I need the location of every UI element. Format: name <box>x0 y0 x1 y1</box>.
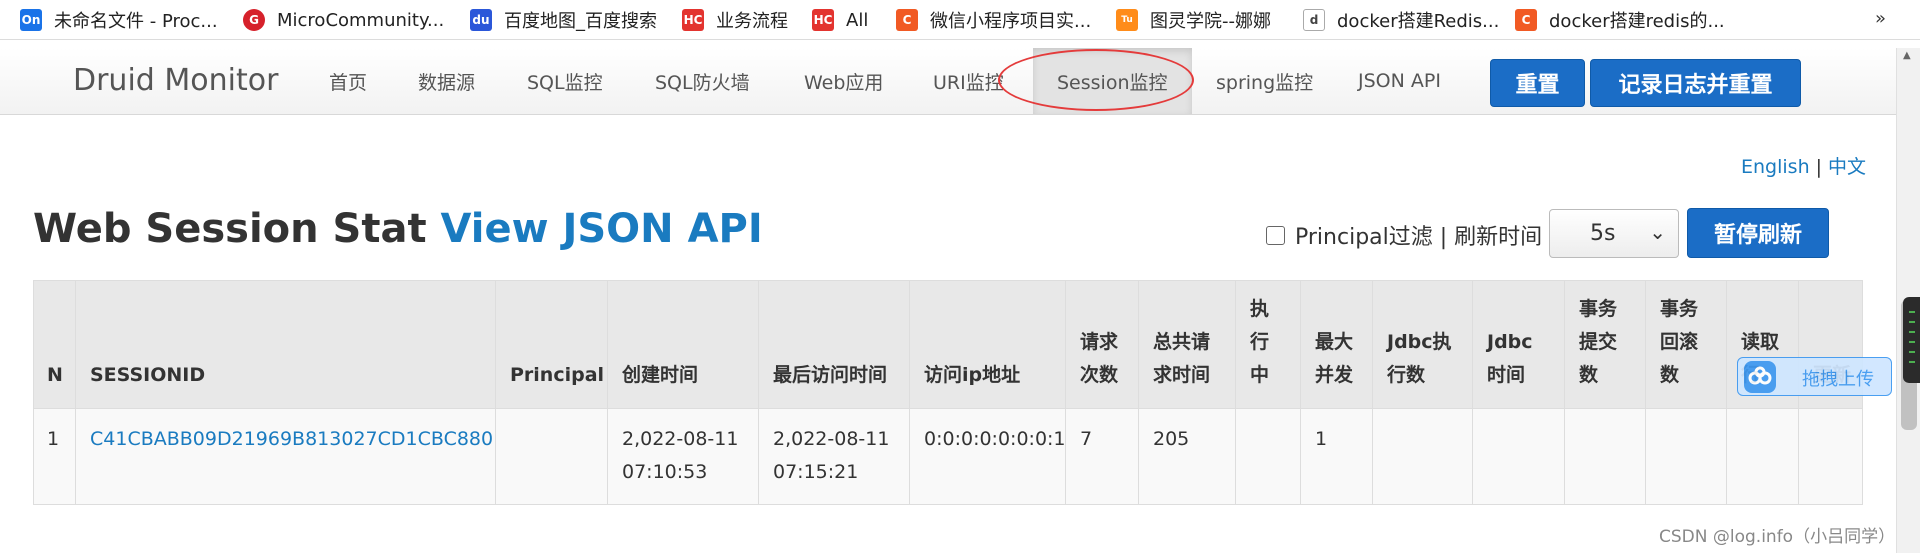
drag-upload-label: 拖拽上传 <box>1802 369 1874 390</box>
cell-last-access: 2,022-08-11 07:15:21 <box>758 408 910 505</box>
bookmark-label: 微信小程序项目实... <box>930 11 1092 32</box>
table-header-row: N SESSIONID Principal 创建时间 最后访问时间 访问ip地址… <box>33 280 1863 409</box>
lang-english-link[interactable]: English <box>1741 156 1810 178</box>
bookmark-item[interactable]: C 微信小程序项目实... <box>896 0 1091 40</box>
bookmark-label: 图灵学院--娜娜 <box>1150 11 1271 32</box>
bookmark-hc-icon: HC <box>812 9 834 31</box>
nav-datasource[interactable]: 数据源 <box>394 48 499 114</box>
watermark: CSDN @log.info（小吕同学） <box>1659 527 1896 547</box>
sidebar-handle[interactable] <box>1903 297 1920 383</box>
language-switch: English | 中文 <box>1741 152 1866 179</box>
highlight-circle <box>998 49 1194 111</box>
cell-jdbc-time <box>1472 408 1565 505</box>
nav-json-api[interactable]: JSON API <box>1334 48 1465 114</box>
principal-filter-label: Principal过滤 | 刷新时间 <box>1295 225 1543 250</box>
page-title: Web Session Stat View JSON API <box>33 206 763 252</box>
bookmark-item[interactable]: G MicroCommunity... <box>243 0 444 40</box>
col-header-jdbc-time[interactable]: Jdbc 时间 <box>1472 280 1565 409</box>
cell-n: 1 <box>33 408 76 505</box>
nav-sql-firewall[interactable]: SQL防火墙 <box>631 48 774 114</box>
lang-chinese-link[interactable]: 中文 <box>1828 156 1866 178</box>
log-and-reset-button[interactable]: 记录日志并重置 <box>1590 59 1801 107</box>
col-header-last-access[interactable]: 最后访问时间 <box>758 280 910 409</box>
col-header-created[interactable]: 创建时间 <box>607 280 759 409</box>
cell-ip: 0:0:0:0:0:0:0:1 <box>909 408 1066 505</box>
drag-upload-widget[interactable]: 拖拽上传 <box>1737 357 1892 396</box>
bookmark-label: docker搭建Redis... <box>1337 11 1500 32</box>
col-header-sessionid[interactable]: SESSIONID <box>75 280 496 409</box>
col-header-jdbc-execute[interactable]: Jdbc执 行数 <box>1372 280 1473 409</box>
col-header-running[interactable]: 执行中 <box>1235 280 1301 409</box>
bookmark-csdn-icon: C <box>1515 9 1537 31</box>
refresh-interval-select[interactable]: 5s ⌄ <box>1549 209 1679 258</box>
bookmark-tuling-icon: Tu <box>1116 9 1138 31</box>
nav-spring-monitor[interactable]: spring监控 <box>1192 48 1337 114</box>
col-header-ip[interactable]: 访问ip地址 <box>909 280 1066 409</box>
col-header-request-count[interactable]: 请求 次数 <box>1065 280 1139 409</box>
cell-created: 2,022-08-11 07:10:53 <box>607 408 759 505</box>
cell-jdbc-execute <box>1372 408 1473 505</box>
bookmark-label: docker搭建redis的... <box>1549 11 1725 32</box>
bookmark-item[interactable]: C docker搭建redis的... <box>1515 0 1725 40</box>
page-title-text: Web Session Stat <box>33 206 427 252</box>
bookmark-item[interactable]: HC 业务流程 <box>682 0 788 40</box>
bookmark-item[interactable]: Tu 图灵学院--娜娜 <box>1116 0 1271 40</box>
bookmark-item[interactable]: du 百度地图_百度搜索 <box>470 0 657 40</box>
bookmark-item[interactable]: HC All <box>812 0 868 40</box>
cell-principal <box>495 408 608 505</box>
cell-request-count: 7 <box>1065 408 1139 505</box>
nav-web-app[interactable]: Web应用 <box>780 48 907 114</box>
bookmark-docker-icon: d <box>1303 9 1325 31</box>
bookmark-item[interactable]: d docker搭建Redis... <box>1303 0 1499 40</box>
bookmark-label: 未命名文件 - Proc... <box>54 11 218 32</box>
col-header-tx-commit[interactable]: 事务 提交数 <box>1564 280 1646 409</box>
scroll-up-icon[interactable]: ▲ <box>1903 50 1911 61</box>
cell-fetch-rows <box>1726 408 1799 505</box>
principal-filter: Principal过滤 | 刷新时间 <box>1266 219 1542 251</box>
view-json-api-link[interactable]: View JSON API <box>441 206 763 252</box>
bookmark-label: 百度地图_百度搜索 <box>504 11 657 32</box>
cloud-icon <box>1744 361 1776 393</box>
col-header-request-time[interactable]: 总共请 求时间 <box>1138 280 1236 409</box>
bookmark-microcommunity-icon: G <box>243 9 265 31</box>
bookmark-baidu-icon: du <box>470 9 492 31</box>
bookmark-label: MicroCommunity... <box>277 9 445 31</box>
chevron-down-icon: ⌄ <box>1649 220 1666 244</box>
bookmarks-overflow-icon[interactable]: » <box>1875 8 1886 29</box>
cell-tx-rollback <box>1645 408 1727 505</box>
bookmarks-bar: On 未命名文件 - Proc... G MicroCommunity... d… <box>0 0 1920 40</box>
session-stat-table: N SESSIONID Principal 创建时间 最后访问时间 访问ip地址… <box>33 280 1863 505</box>
refresh-interval-value: 5s <box>1590 221 1616 246</box>
bookmark-hc-icon: HC <box>682 9 704 31</box>
nav-home[interactable]: 首页 <box>305 48 391 114</box>
lang-separator: | <box>1815 156 1823 178</box>
cell-running <box>1235 408 1301 505</box>
nav-sql-monitor[interactable]: SQL监控 <box>503 48 627 114</box>
pause-refresh-button[interactable]: 暂停刷新 <box>1687 208 1829 258</box>
col-header-tx-rollback[interactable]: 事务 回滚数 <box>1645 280 1727 409</box>
bookmark-processon-icon: On <box>20 9 42 31</box>
table-row: 1 C41CBABB09D21969B813027CD1CBC880 2,022… <box>33 408 1863 505</box>
col-header-concurrent-max[interactable]: 最大 并发 <box>1300 280 1373 409</box>
cell-session-id-link[interactable]: C41CBABB09D21969B813027CD1CBC880 <box>75 408 496 505</box>
bookmark-label: All <box>846 9 869 31</box>
reset-button[interactable]: 重置 <box>1490 59 1585 107</box>
bookmark-csdn-icon: C <box>896 9 918 31</box>
bookmark-label: 业务流程 <box>716 11 788 32</box>
cell-concurrent-max: 1 <box>1300 408 1373 505</box>
col-header-principal[interactable]: Principal <box>495 280 608 409</box>
cell-request-time: 205 <box>1138 408 1236 505</box>
brand[interactable]: Druid Monitor <box>73 63 278 98</box>
cell-update-rows <box>1798 408 1863 505</box>
cell-tx-commit <box>1564 408 1646 505</box>
bookmark-item[interactable]: On 未命名文件 - Proc... <box>20 0 218 40</box>
col-header-n[interactable]: N <box>33 280 76 409</box>
principal-filter-checkbox[interactable] <box>1266 225 1285 245</box>
top-navbar: Druid Monitor 首页 数据源 SQL监控 SQL防火墙 Web应用 … <box>0 48 1896 115</box>
